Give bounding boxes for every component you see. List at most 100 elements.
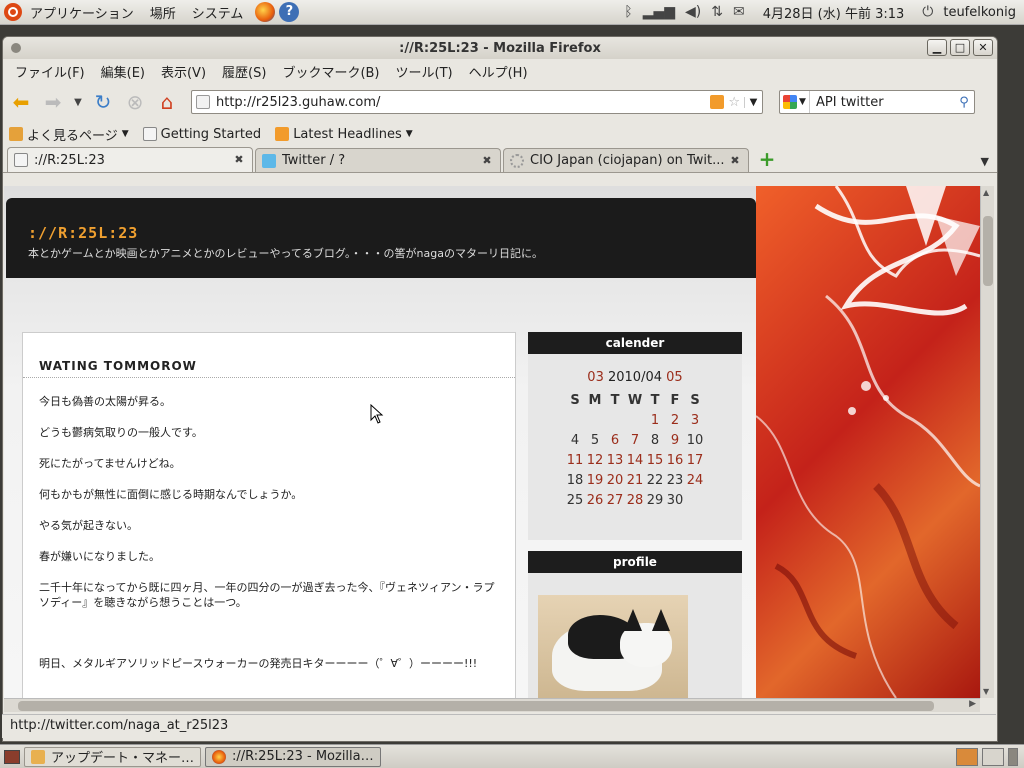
- mail-icon[interactable]: ✉: [733, 4, 745, 20]
- tab-close-icon[interactable]: ✖: [232, 153, 246, 167]
- url-bar[interactable]: http://r25l23.guhaw.com/ ☆ ▼: [191, 90, 763, 114]
- taskbar-firefox[interactable]: ://R:25L:23 - Mozilla…: [205, 746, 381, 767]
- calendar-day[interactable]: 26: [585, 491, 605, 511]
- places-menu[interactable]: 場所: [142, 3, 184, 22]
- reload-button[interactable]: ↻: [89, 88, 117, 116]
- calendar-day: 5: [590, 433, 600, 448]
- calendar-day[interactable]: 16: [665, 451, 685, 471]
- post-paragraph: 何もかもが無性に面倒に感じる時期なんでしょうか。: [39, 488, 303, 501]
- calendar-day: 29: [646, 493, 664, 508]
- calendar-day[interactable]: 14: [625, 451, 645, 471]
- menu-file[interactable]: ファイル(F): [7, 62, 93, 81]
- window-menu-icon[interactable]: [11, 43, 21, 53]
- trash-icon[interactable]: [1008, 747, 1018, 766]
- url-input[interactable]: http://r25l23.guhaw.com/: [216, 95, 710, 110]
- calendar-day[interactable]: 27: [605, 491, 625, 511]
- bottom-panel: アップデート・マネー… ://R:25L:23 - Mozilla…: [0, 744, 1024, 768]
- tab-cio-japan[interactable]: CIO Japan (ciojapan) on Twit... ✖: [503, 148, 749, 172]
- calendar-day[interactable]: 13: [605, 451, 625, 471]
- ubuntu-logo-icon[interactable]: [4, 3, 22, 21]
- search-input[interactable]: API twitter: [810, 95, 954, 110]
- applications-menu[interactable]: アプリケーション: [22, 3, 142, 22]
- calendar-day[interactable]: 2: [665, 411, 685, 431]
- menu-edit[interactable]: 編集(E): [93, 62, 153, 81]
- calendar-day[interactable]: 7: [625, 431, 645, 451]
- clock[interactable]: 4月28日 (水) 午前 3:13: [755, 3, 913, 22]
- minimize-button[interactable]: ▁: [927, 39, 947, 56]
- workspace-2[interactable]: [982, 747, 1004, 766]
- tab-twitter[interactable]: Twitter / ? ✖: [255, 148, 501, 172]
- menu-bookmarks[interactable]: ブックマーク(B): [274, 62, 387, 81]
- calendar-day[interactable]: 3: [685, 411, 705, 431]
- taskbar-update-manager[interactable]: アップデート・マネー…: [24, 746, 202, 767]
- network-signal-icon[interactable]: ▂▄▆: [643, 4, 675, 20]
- menu-help[interactable]: ヘルプ(H): [461, 62, 536, 81]
- url-history-dropdown-icon[interactable]: ▼: [744, 96, 762, 108]
- calendar-day[interactable]: 19: [585, 471, 605, 491]
- help-icon[interactable]: ?: [279, 2, 300, 22]
- calendar-day[interactable]: 9: [665, 431, 685, 451]
- maximize-button[interactable]: □: [950, 39, 970, 56]
- tab-close-icon[interactable]: ✖: [480, 154, 494, 168]
- bookmark-latest-headlines[interactable]: Latest Headlines ▼: [275, 127, 413, 142]
- new-tab-button[interactable]: +: [757, 149, 777, 170]
- horizontal-scrollbar[interactable]: ▶: [4, 698, 980, 712]
- calendar-day[interactable]: 12: [585, 451, 605, 471]
- home-button[interactable]: ⌂: [153, 88, 181, 116]
- calendar-day[interactable]: 1: [645, 411, 665, 431]
- workspace-1[interactable]: [956, 747, 978, 766]
- site-identity-icon[interactable]: [196, 95, 210, 109]
- search-icon[interactable]: ⚲: [954, 95, 974, 110]
- vertical-scroll-thumb[interactable]: [983, 216, 993, 286]
- stop-button[interactable]: ⊗: [121, 88, 149, 116]
- menu-tools[interactable]: ツール(T): [388, 62, 461, 81]
- forward-button[interactable]: ➡: [39, 88, 67, 116]
- calendar-day[interactable]: 28: [625, 491, 645, 511]
- calendar-day[interactable]: 6: [605, 431, 625, 451]
- close-window-button[interactable]: ✕: [973, 39, 993, 56]
- taskbar-label: ://R:25L:23 - Mozilla…: [232, 749, 374, 764]
- menu-history[interactable]: 履歴(S): [214, 62, 274, 81]
- blog-title-link[interactable]: ://R:25L:23: [28, 224, 756, 242]
- profile-cat-photo[interactable]: [538, 595, 688, 698]
- scroll-down-arrow-icon[interactable]: ▼: [983, 687, 989, 696]
- floral-decoration: [756, 186, 980, 698]
- tab-close-icon[interactable]: ✖: [728, 154, 742, 168]
- bookmark-most-visited[interactable]: よく見るページ ▼: [9, 125, 129, 144]
- calendar-day[interactable]: 11: [565, 451, 585, 471]
- scroll-right-arrow-icon[interactable]: ▶: [969, 699, 976, 709]
- horizontal-scroll-thumb[interactable]: [18, 701, 934, 711]
- user-name[interactable]: teufelkonig: [943, 5, 1016, 20]
- scroll-up-arrow-icon[interactable]: ▲: [983, 188, 989, 197]
- calendar-prev-month-link[interactable]: 03: [587, 370, 604, 385]
- power-icon[interactable]: ⏻: [922, 4, 933, 20]
- calendar-next-month-link[interactable]: 05: [666, 370, 683, 385]
- bluetooth-icon[interactable]: ᛒ: [624, 4, 632, 20]
- firefox-launcher-icon[interactable]: [255, 2, 276, 22]
- menu-view[interactable]: 表示(V): [153, 62, 214, 81]
- tab-label: Twitter / ?: [282, 153, 346, 168]
- volume-icon[interactable]: ◀): [685, 4, 701, 20]
- history-dropdown-icon[interactable]: ▼: [71, 97, 85, 108]
- post-title[interactable]: WATING TOMMOROW: [39, 359, 515, 377]
- tab-r25l23[interactable]: ://R:25L:23 ✖: [7, 147, 253, 172]
- search-engine-selector[interactable]: ▼: [780, 91, 810, 113]
- calendar-day[interactable]: 15: [645, 451, 665, 471]
- vertical-scrollbar[interactable]: ▲ ▼: [980, 186, 994, 698]
- network-manager-icon[interactable]: ⇅: [711, 4, 723, 20]
- blog-header: ://R:25L:23 本とかゲームとか映画とかアニメとかのレビューやってるブロ…: [6, 198, 756, 278]
- search-bar[interactable]: ▼ API twitter ⚲: [779, 90, 975, 114]
- show-desktop-icon[interactable]: [4, 749, 20, 764]
- back-button[interactable]: ⬅: [7, 88, 35, 116]
- calendar-day[interactable]: 20: [605, 471, 625, 491]
- calendar-day[interactable]: 21: [625, 471, 645, 491]
- calendar-day[interactable]: 17: [685, 451, 705, 471]
- system-menu[interactable]: システム: [184, 3, 252, 22]
- post-paragraph: 明日、メタルギアソリッドピースウォーカーの発売日キターーーー（゜∀゜）ーーーー!…: [39, 657, 478, 670]
- tab-list-dropdown-icon[interactable]: ▼: [981, 155, 989, 168]
- bookmark-getting-started[interactable]: Getting Started: [142, 127, 261, 142]
- calendar-day[interactable]: 24: [685, 471, 705, 491]
- bookmark-star-icon[interactable]: ☆: [728, 95, 740, 110]
- window-titlebar[interactable]: ://R:25L:23 - Mozilla Firefox ▁ □ ✕: [3, 37, 997, 59]
- rss-feed-icon[interactable]: [710, 95, 725, 109]
